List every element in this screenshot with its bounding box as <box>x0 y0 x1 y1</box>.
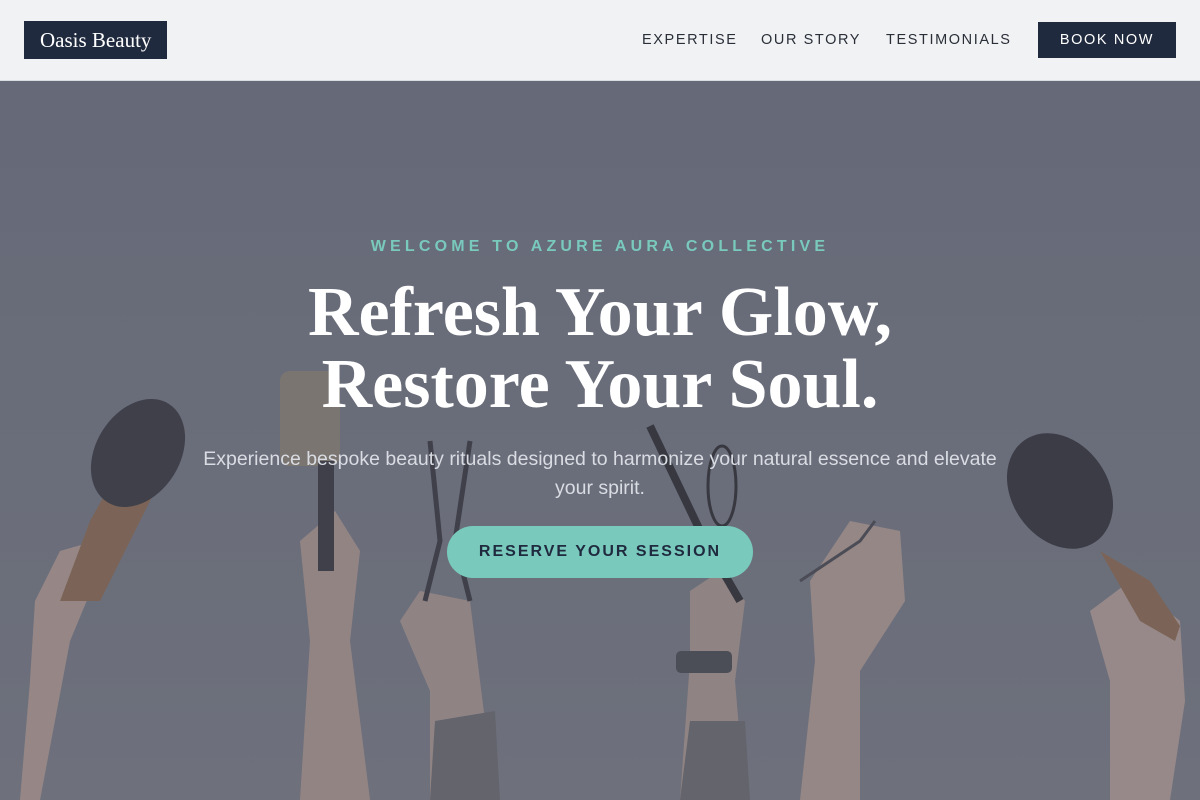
book-now-button[interactable]: BOOK NOW <box>1038 22 1176 58</box>
hero-section: WELCOME TO AZURE AURA COLLECTIVE Refresh… <box>0 81 1200 800</box>
site-header: Oasis Beauty EXPERTISE OUR STORY TESTIMO… <box>0 0 1200 81</box>
nav-link-testimonials[interactable]: TESTIMONIALS <box>886 30 1012 50</box>
headline-line-2: Restore Your Soul. <box>321 346 879 423</box>
headline-line-1: Refresh Your Glow, <box>308 274 892 351</box>
hero-overlay <box>0 81 1200 800</box>
hero-eyebrow: WELCOME TO AZURE AURA COLLECTIVE <box>370 238 830 255</box>
nav-link-expertise[interactable]: EXPERTISE <box>642 30 738 50</box>
hero-headline: Refresh Your Glow, Restore Your Soul. <box>0 277 1200 421</box>
nav-link-our-story[interactable]: OUR STORY <box>761 30 861 50</box>
hero-subtext: Experience bespoke beauty rituals design… <box>203 448 997 499</box>
brand-logo[interactable]: Oasis Beauty <box>24 21 168 59</box>
reserve-session-button[interactable]: RESERVE YOUR SESSION <box>447 526 753 578</box>
